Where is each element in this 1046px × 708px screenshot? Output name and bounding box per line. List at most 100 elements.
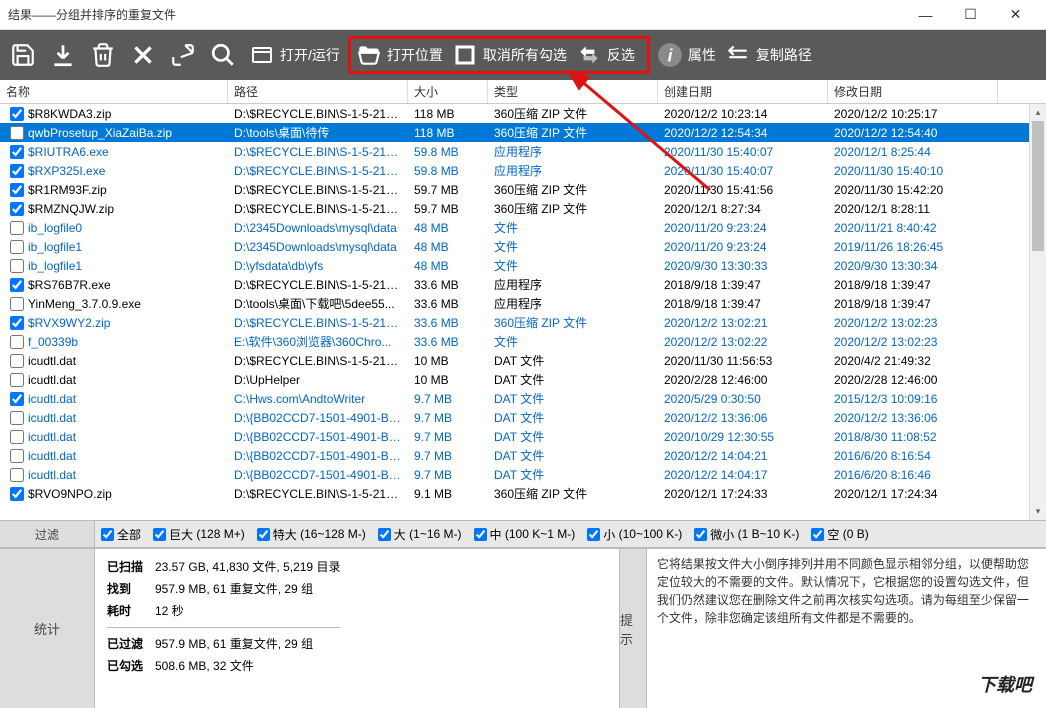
file-name: $RXP325I.exe — [28, 164, 222, 178]
file-modified: 2020/2/28 12:46:00 — [828, 370, 998, 390]
properties-button[interactable]: i 属性 — [656, 41, 716, 69]
col-type[interactable]: 类型 — [488, 80, 658, 103]
file-path: D:\{BB02CCD7-1501-4901-B5E... — [228, 427, 408, 447]
file-size: 59.7 MB — [408, 199, 488, 219]
file-modified: 2020/12/2 13:02:23 — [828, 332, 998, 352]
row-checkbox[interactable] — [10, 145, 24, 159]
save-icon[interactable] — [8, 40, 38, 70]
file-size: 9.7 MB — [408, 446, 488, 466]
file-created: 2020/12/2 14:04:17 — [658, 465, 828, 485]
open-location-button[interactable]: 打开位置 — [355, 41, 443, 69]
file-created: 2020/12/2 14:04:21 — [658, 446, 828, 466]
filter-empty[interactable]: 空 (0 B) — [811, 526, 868, 543]
row-checkbox[interactable] — [10, 430, 24, 444]
filter-xlarge[interactable]: 特大 (16~128 M-) — [257, 526, 366, 543]
file-modified: 2020/12/2 12:54:40 — [828, 123, 998, 143]
file-path: C:\Hws.com\AndtoWriter — [228, 389, 408, 409]
col-size[interactable]: 大小 — [408, 80, 488, 103]
row-checkbox[interactable] — [10, 468, 24, 482]
file-modified: 2015/12/3 10:09:16 — [828, 389, 998, 409]
row-checkbox[interactable] — [10, 335, 24, 349]
col-modified[interactable]: 修改日期 — [828, 80, 998, 103]
file-name: icudtl.dat — [28, 392, 222, 406]
row-checkbox[interactable] — [10, 392, 24, 406]
file-name: YinMeng_3.7.0.9.exe — [28, 297, 222, 311]
file-path: D:\{BB02CCD7-1501-4901-B5E... — [228, 446, 408, 466]
delete-icon[interactable] — [88, 40, 118, 70]
row-checkbox[interactable] — [10, 164, 24, 178]
row-checkbox[interactable] — [10, 202, 24, 216]
copy-path-button[interactable]: 复制路径 — [724, 41, 812, 69]
row-checkbox[interactable] — [10, 183, 24, 197]
file-size: 10 MB — [408, 351, 488, 371]
minimize-button[interactable]: — — [903, 0, 948, 30]
preview-icon[interactable] — [168, 40, 198, 70]
row-checkbox[interactable] — [10, 278, 24, 292]
scroll-up-arrow[interactable]: ▴ — [1030, 104, 1046, 121]
close-button[interactable]: ✕ — [993, 0, 1038, 30]
found-key: 找到 — [107, 579, 155, 599]
row-checkbox[interactable] — [10, 221, 24, 235]
maximize-button[interactable]: ☐ — [948, 0, 993, 30]
col-path[interactable]: 路径 — [228, 80, 408, 103]
swap-icon — [575, 41, 603, 69]
scroll-thumb[interactable] — [1032, 121, 1044, 251]
row-checkbox[interactable] — [10, 316, 24, 330]
search-icon[interactable] — [208, 40, 238, 70]
row-checkbox[interactable] — [10, 373, 24, 387]
file-size: 59.7 MB — [408, 180, 488, 200]
checked-val: 508.6 MB, 32 文件 — [155, 656, 254, 676]
file-created: 2020/11/20 9:23:24 — [658, 237, 828, 257]
file-path: D:\$RECYCLE.BIN\S-1-5-21-21... — [228, 351, 408, 371]
file-created: 2020/12/2 10:23:14 — [658, 104, 828, 124]
remove-icon[interactable] — [128, 40, 158, 70]
row-checkbox[interactable] — [10, 259, 24, 273]
row-checkbox[interactable] — [10, 354, 24, 368]
titlebar: 结果——分组并排序的重复文件 — ☐ ✕ — [0, 0, 1046, 30]
row-checkbox[interactable] — [10, 487, 24, 501]
table-body[interactable]: $R8KWDA3.zip D:\$RECYCLE.BIN\S-1-5-21-21.… — [0, 104, 1046, 520]
watermark: 下载吧 — [972, 669, 1038, 699]
table-row[interactable]: $RVO9NPO.zipD:\$RECYCLE.BIN\S-1-5-21-21.… — [0, 484, 1046, 503]
file-name: $RVX9WY2.zip — [28, 316, 222, 330]
file-created: 2020/11/30 15:41:56 — [658, 180, 828, 200]
row-checkbox[interactable] — [10, 449, 24, 463]
row-checkbox[interactable] — [10, 107, 24, 121]
file-size: 59.8 MB — [408, 142, 488, 162]
filter-huge[interactable]: 巨大 (128 M+) — [153, 526, 245, 543]
filter-tiny[interactable]: 微小 (1 B~10 K-) — [694, 526, 799, 543]
file-name: $RVO9NPO.zip — [28, 487, 222, 501]
uncheck-all-button[interactable]: 取消所有勾选 — [451, 41, 567, 69]
tip-label: 提示 — [620, 549, 647, 708]
open-run-button[interactable]: 打开/运行 — [248, 41, 340, 69]
filter-all[interactable]: 全部 — [101, 526, 141, 543]
filter-label: 过滤 — [0, 521, 95, 547]
file-name: $R8KWDA3.zip — [28, 107, 222, 121]
file-modified: 2018/9/18 1:39:47 — [828, 294, 998, 314]
file-created: 2020/12/1 17:24:33 — [658, 484, 828, 504]
vertical-scrollbar[interactable]: ▴ ▾ — [1029, 104, 1046, 520]
file-created: 2020/11/30 15:40:07 — [658, 161, 828, 181]
scroll-down-arrow[interactable]: ▾ — [1030, 503, 1046, 520]
bottom-panels: 统计 已扫描23.57 GB, 41,830 文件, 5,219 目录 找到95… — [0, 548, 1046, 708]
row-checkbox[interactable] — [10, 240, 24, 254]
row-checkbox[interactable] — [10, 126, 24, 140]
col-name[interactable]: 名称 — [0, 80, 228, 103]
row-checkbox[interactable] — [10, 411, 24, 425]
col-created[interactable]: 创建日期 — [658, 80, 828, 103]
invert-selection-button[interactable]: 反选 — [575, 41, 635, 69]
file-name: icudtl.dat — [28, 449, 222, 463]
filter-large[interactable]: 大 (1~16 M-) — [378, 526, 462, 543]
file-modified: 2020/9/30 13:30:34 — [828, 256, 998, 276]
download-icon[interactable] — [48, 40, 78, 70]
file-modified: 2018/9/18 1:39:47 — [828, 275, 998, 295]
file-modified: 2018/8/30 11:08:52 — [828, 427, 998, 447]
file-path: D:\$RECYCLE.BIN\S-1-5-21-21... — [228, 161, 408, 181]
filter-medium[interactable]: 中 (100 K~1 M-) — [474, 526, 576, 543]
row-checkbox[interactable] — [10, 297, 24, 311]
filtered-val: 957.9 MB, 61 重复文件, 29 组 — [155, 634, 313, 654]
folder-open-icon — [355, 41, 383, 69]
file-created: 2020/2/28 12:46:00 — [658, 370, 828, 390]
checked-key: 已勾选 — [107, 656, 155, 676]
filter-small[interactable]: 小 (10~100 K-) — [587, 526, 682, 543]
